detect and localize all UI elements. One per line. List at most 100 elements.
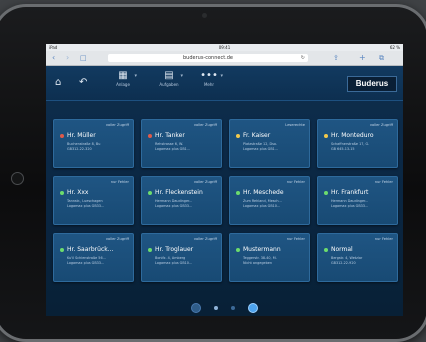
status-bar: iPad 09:41 62 % — [46, 44, 403, 51]
access-status: voller Zugriff — [193, 237, 217, 241]
customer-name: Hr. Meschede — [243, 189, 284, 196]
customer-details: Buchenstraße 8, Bu GB312-22-320 — [67, 142, 129, 152]
home-icon[interactable]: ⌂ — [55, 77, 61, 89]
bookmarks-icon[interactable]: □ — [80, 52, 87, 64]
customer-details: Bonifz. 4, Amberg Logamax plus GB10... — [155, 256, 217, 266]
nav-mehr[interactable]: ••• Mehr ▾ — [194, 70, 224, 88]
customer-tile[interactable]: nur Fehler Normal Bergstr. 4, Wetzlar GB312… — [317, 233, 398, 282]
access-status: nur Fehler — [110, 180, 129, 184]
status-dot-icon — [148, 248, 152, 252]
address-bar[interactable]: buderus-connect.de ↻ — [108, 54, 308, 62]
customer-device: Logamax plus GB33... — [155, 204, 193, 208]
tabs-icon[interactable]: ⧉ — [379, 52, 384, 64]
status-time: 09:41 — [218, 45, 231, 50]
customer-name: Hr. Monteduro — [331, 132, 374, 139]
app-header: ⌂ ↶ ▦ Anlage ▾ ▤ Aufgaben ▾ ••• Mehr ▾ B… — [46, 66, 403, 101]
customer-tile[interactable]: nur Fehler Hr. Meschede Zum Rehland, Mesch… — [229, 176, 310, 225]
back-arrow-icon[interactable]: ‹ — [52, 52, 55, 64]
chevron-down-icon: ▾ — [220, 73, 223, 79]
customer-details: Ku'il Schienstraße 56... Logamax plus GB3… — [67, 256, 129, 266]
share-icon[interactable]: ⇪ — [333, 52, 339, 64]
customer-tile[interactable]: nur Fehler Hr. Frankfurt Hermann Daudinger… — [317, 176, 398, 225]
customer-device: Nicht angegeben — [243, 261, 272, 265]
nav-aufgaben[interactable]: ▤ Aufgaben ▾ — [154, 70, 184, 88]
access-status: nur Fehler — [286, 180, 305, 184]
page-dot[interactable] — [231, 305, 236, 310]
customer-details: Bergstr. 4, Wetzlar GB312-22-920 — [331, 256, 393, 266]
chevron-down-icon: ▾ — [134, 73, 137, 79]
customer-address: Platzstraße 12, Dso. — [243, 142, 277, 146]
chevron-down-icon: ▾ — [180, 73, 183, 79]
customer-tile[interactable]: nur Fehler Hr. Xxx Tannstr., Lueschagen Log… — [53, 176, 134, 225]
page-dot-active[interactable] — [213, 305, 218, 310]
access-status: nur Fehler — [286, 237, 305, 241]
forward-arrow-icon[interactable]: › — [66, 52, 69, 64]
nav-label: Mehr — [203, 82, 215, 87]
access-status: nur Fehler — [374, 237, 393, 241]
access-status: voller Zugriff — [369, 123, 393, 127]
customer-device: GB312-22-320 — [67, 147, 92, 151]
customer-device: Logamax plus GB1... — [155, 147, 191, 151]
nav-anlage[interactable]: ▦ Anlage ▾ — [108, 70, 138, 88]
customer-address: Schaffnerstraße 17, G. — [331, 142, 370, 146]
access-status: voller Zugriff — [193, 123, 217, 127]
customer-tile[interactable]: voller Zugriff Hr. Monteduro Schaffnerstra… — [317, 119, 398, 168]
customer-name: Hr. Saarbrück... — [67, 246, 114, 253]
customer-address: Buchenstraße 8, Bu — [67, 142, 101, 146]
status-dot-icon — [60, 191, 64, 195]
customer-address: Teggerstr. 38-40, M. — [243, 256, 277, 260]
customer-details: Hermann Daudinger... Logamax plus GB33... — [155, 199, 217, 209]
customer-details: Zum Rehland, Mesch... Logamax plus GB10..… — [243, 199, 305, 209]
customer-name: Hr. Xxx — [67, 189, 89, 196]
customer-address: Ku'il Schienstraße 56... — [67, 256, 106, 260]
nav-label: Aufgaben — [159, 82, 179, 87]
customer-tile[interactable]: voller Zugriff Hr. Tanker Rehstrasse 6, W.… — [141, 119, 222, 168]
reload-icon[interactable]: ↻ — [301, 54, 305, 62]
customer-tile[interactable]: voller Zugriff Hr. Troglauer Bonifz. 4, Am… — [141, 233, 222, 282]
customer-details: Tannstr., Lueschagen Logamax plus GB33... — [67, 199, 129, 209]
status-dot-icon — [60, 134, 64, 138]
status-dot-icon — [236, 134, 240, 138]
customer-address: Tannstr., Lueschagen — [67, 199, 103, 203]
buderus-logo: Buderus — [347, 76, 397, 92]
customer-details: Schaffnerstraße 17, G. GB 645-13-15 — [331, 142, 393, 152]
home-button[interactable] — [11, 172, 24, 185]
customer-device: Logamax plus GB33... — [67, 204, 105, 208]
customer-details: Platzstraße 12, Dso. Logamax plus GB1... — [243, 142, 305, 152]
customer-name: Normal — [331, 246, 353, 253]
customer-name: Hr. Tanker — [155, 132, 185, 139]
status-dot-icon — [148, 191, 152, 195]
customer-address: Rehstrasse 6, W. — [155, 142, 184, 146]
customer-tile[interactable]: voller Zugriff Hr. Saarbrück... Ku'il Schi… — [53, 233, 134, 282]
back-icon[interactable]: ↶ — [79, 77, 87, 89]
customer-device: Logamax plus GB10... — [155, 261, 193, 265]
status-dot-icon — [148, 134, 152, 138]
customer-details: Hermann Daudinger... Logamax plus GB33... — [331, 199, 393, 209]
new-tab-plus-icon[interactable]: + — [359, 52, 366, 64]
customer-details: Rehstrasse 6, W. Logamax plus GB1... — [155, 142, 217, 152]
status-dot-icon — [60, 248, 64, 252]
nav-label: Anlage — [116, 82, 130, 87]
customer-tile[interactable]: nur Fehler Mustermann Teggerstr. 38-40, M.… — [229, 233, 310, 282]
status-dot-icon — [324, 191, 328, 195]
customer-tile[interactable]: voller Zugriff Hr. Müller Buchenstraße 8, … — [53, 119, 134, 168]
access-status: nur Fehler — [374, 180, 393, 184]
customer-tile[interactable]: Leserechte Fr. Kaiser Platzstraße 12, Dso.… — [229, 119, 310, 168]
customer-device: Logamax plus GB1... — [243, 147, 279, 151]
customer-tile[interactable]: voller Zugriff Hr. Fleckenstein Hermann Da… — [141, 176, 222, 225]
battery-label: 62 % — [389, 45, 400, 50]
customer-address: Bonifz. 4, Amberg — [155, 256, 186, 260]
customer-device: Logamax plus GB33... — [67, 261, 105, 265]
tablet-screen: iPad 09:41 62 % ‹ › □ buderus-connect.de… — [46, 44, 403, 316]
page-back-button[interactable] — [190, 302, 201, 313]
status-dot-icon — [236, 248, 240, 252]
page-next-button[interactable] — [248, 302, 259, 313]
customer-device: Logamax plus GB10... — [243, 204, 281, 208]
customer-address: Bergstr. 4, Wetzlar — [331, 256, 363, 260]
customer-address: Zum Rehland, Mesch... — [243, 199, 282, 203]
customer-name: Hr. Fleckenstein — [155, 189, 203, 196]
customer-device: Logamax plus GB33... — [331, 204, 369, 208]
status-dot-icon — [236, 191, 240, 195]
customer-name: Hr. Troglauer — [155, 246, 194, 253]
customer-address: Hermann Daudinger... — [155, 199, 193, 203]
